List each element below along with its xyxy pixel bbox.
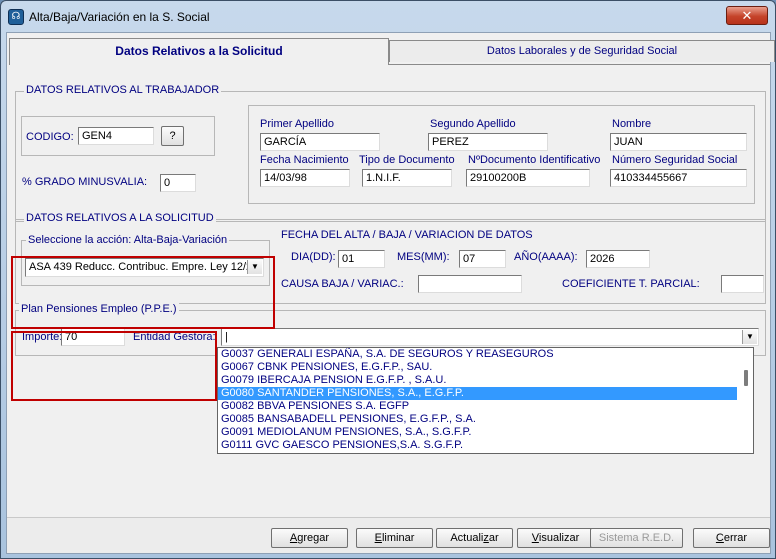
- segundo-apellido-label: Segundo Apellido: [430, 118, 516, 130]
- nss-label: Número Seguridad Social: [612, 154, 738, 166]
- tipo-documento-input[interactable]: 1.N.I.F.: [362, 169, 452, 187]
- dropdown-option[interactable]: G0079 IBERCAJA PENSION E.G.F.P. , S.A.U.: [218, 374, 753, 387]
- minusvalia-label: % GRADO MINUSVALIA:: [22, 176, 148, 188]
- codigo-lookup-button[interactable]: ?: [161, 126, 184, 146]
- dropdown-option[interactable]: G0037 GENERALI ESPAÑA, S.A. DE SEGUROS Y…: [218, 348, 753, 361]
- dropdown-option[interactable]: G0091 MEDIOLANUM PENSIONES, S.A., S.G.F.…: [218, 426, 753, 439]
- dropdown-option[interactable]: G0111 GVC GAESCO PENSIONES,S.A. S.G.F.P.: [218, 439, 753, 452]
- minusvalia-input[interactable]: 0: [160, 174, 196, 192]
- client-area: Datos Relativos a la Solicitud Datos Lab…: [6, 32, 775, 554]
- tab-datos-laborales[interactable]: Datos Laborales y de Seguridad Social: [389, 40, 775, 62]
- app-icon: ☊: [8, 9, 24, 25]
- sistema-red-button[interactable]: Sistema R.E.D.: [590, 528, 683, 548]
- group-solicitud-label: DATOS RELATIVOS A LA SOLICITUD: [24, 212, 216, 224]
- dropdown-option[interactable]: G0085 BANSABADELL PENSIONES, E.G.F.P., S…: [218, 413, 753, 426]
- dia-label: DIA(DD):: [291, 251, 336, 263]
- accion-label: Seleccione la acción: Alta-Baja-Variació…: [26, 234, 230, 246]
- close-button[interactable]: ✕: [726, 6, 768, 25]
- dropdown-option[interactable]: G0080 SANTANDER PENSIONES, S.A., E.G.F.P…: [218, 387, 753, 400]
- agregar-button[interactable]: Agregar: [271, 528, 348, 548]
- fecha-nacimiento-label: Fecha Nacimiento: [260, 154, 349, 166]
- actualizar-button[interactable]: Actualizar: [436, 528, 513, 548]
- primer-apellido-label: Primer Apellido: [260, 118, 334, 130]
- anio-label: AÑO(AAAA):: [514, 251, 578, 263]
- scrollbar-thumb[interactable]: [744, 370, 748, 386]
- visualizar-button[interactable]: Visualizar: [517, 528, 594, 548]
- mes-input[interactable]: 07: [459, 250, 506, 268]
- text-cursor: |: [225, 331, 228, 343]
- close-icon: ✕: [741, 8, 753, 23]
- primer-apellido-input[interactable]: GARCÍA: [260, 133, 380, 151]
- codigo-input[interactable]: GEN4: [78, 127, 154, 145]
- dia-input[interactable]: 01: [338, 250, 385, 268]
- dropdown-option[interactable]: G0067 CBNK PENSIONES, E.G.F.P., SAU.: [218, 361, 753, 374]
- main-window: ☊ Alta/Baja/Variación en la S. Social ✕ …: [0, 0, 776, 559]
- num-documento-input[interactable]: 29100200B: [466, 169, 590, 187]
- coeficiente-input[interactable]: [721, 275, 764, 293]
- action-bar: Agregar Eliminar Actualizar Visualizar S…: [7, 517, 770, 553]
- tab-bar: Datos Relativos a la Solicitud Datos Lab…: [7, 38, 775, 65]
- dropdown-items: G0037 GENERALI ESPAÑA, S.A. DE SEGUROS Y…: [218, 348, 753, 452]
- nombre-input[interactable]: JUAN: [610, 133, 747, 151]
- segundo-apellido-input[interactable]: PEREZ: [428, 133, 548, 151]
- fecha-nacimiento-input[interactable]: 14/03/98: [260, 169, 350, 187]
- num-documento-label: NºDocumento Identificativo: [468, 154, 601, 166]
- group-trabajador: DATOS RELATIVOS AL TRABAJADOR CODIGO: GE…: [15, 84, 766, 222]
- codigo-label: CODIGO:: [26, 131, 74, 143]
- cerrar-button[interactable]: Cerrar: [693, 528, 770, 548]
- fecha-header: FECHA DEL ALTA / BAJA / VARIACION DE DAT…: [281, 229, 533, 241]
- highlight-plan-pensiones: [11, 331, 217, 401]
- nombre-label: Nombre: [612, 118, 652, 130]
- nss-input[interactable]: 410334455667: [610, 169, 747, 187]
- tipo-documento-label: Tipo de Documento: [359, 154, 455, 166]
- title-bar[interactable]: ☊ Alta/Baja/Variación en la S. Social ✕: [1, 1, 775, 31]
- group-trabajador-label: DATOS RELATIVOS AL TRABAJADOR: [24, 84, 222, 96]
- causa-label: CAUSA BAJA / VARIAC.:: [281, 278, 404, 290]
- eliminar-button[interactable]: Eliminar: [356, 528, 433, 548]
- entidad-gestora-dropdown[interactable]: G0037 GENERALI ESPAÑA, S.A. DE SEGUROS Y…: [217, 347, 754, 454]
- mes-label: MES(MM):: [397, 251, 450, 263]
- chevron-down-icon[interactable]: ▼: [742, 330, 757, 344]
- dropdown-scrollbar[interactable]: [737, 348, 753, 453]
- coeficiente-label: COEFICIENTE T. PARCIAL:: [562, 278, 700, 290]
- causa-input[interactable]: [418, 275, 522, 293]
- anio-input[interactable]: 2026: [586, 250, 650, 268]
- window-title: Alta/Baja/Variación en la S. Social: [29, 10, 210, 24]
- highlight-accion: [11, 256, 275, 329]
- tab-datos-solicitud[interactable]: Datos Relativos a la Solicitud: [9, 38, 389, 65]
- dropdown-option[interactable]: G0082 BBVA PENSIONES S.A. EGFP: [218, 400, 753, 413]
- entidad-gestora-select[interactable]: | ▼: [221, 328, 759, 346]
